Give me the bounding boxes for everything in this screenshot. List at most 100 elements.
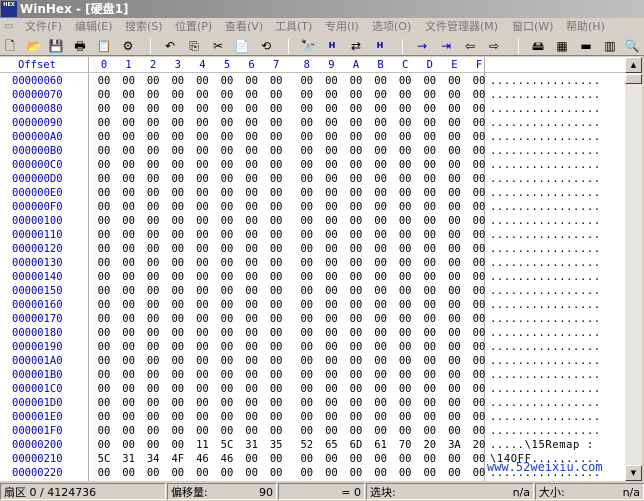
hex-byte[interactable]: 00 [395,172,415,186]
hex-byte[interactable]: 00 [242,88,262,102]
hex-byte[interactable]: 00 [444,270,464,284]
hex-byte[interactable]: 00 [168,466,188,480]
hex-byte[interactable]: 00 [395,298,415,312]
hex-byte[interactable]: 00 [217,242,237,256]
hex-byte[interactable]: 00 [119,88,139,102]
hex-byte[interactable]: 52 [297,438,317,452]
hex-byte[interactable]: 00 [94,312,114,326]
hex-byte[interactable]: 00 [143,368,163,382]
hex-byte[interactable]: 00 [420,466,440,480]
calculator-icon[interactable]: ▥ [602,38,618,54]
hex-byte[interactable]: 00 [321,312,341,326]
hex-byte[interactable]: 00 [420,298,440,312]
hex-byte[interactable]: 00 [346,326,366,340]
vertical-scrollbar[interactable]: ▲ ▼ [625,57,642,481]
hex-byte[interactable]: 00 [119,298,139,312]
hex-byte[interactable]: 00 [444,200,464,214]
ascii-text[interactable]: ................ [490,340,601,354]
hex-byte[interactable]: 00 [168,228,188,242]
hex-byte[interactable]: 00 [420,102,440,116]
hex-byte[interactable]: 00 [420,368,440,382]
hex-byte[interactable]: 00 [94,172,114,186]
hex-byte[interactable]: 00 [469,298,489,312]
hex-byte[interactable]: 00 [266,396,286,410]
hex-byte[interactable]: 00 [242,326,262,340]
hex-byte[interactable]: 00 [297,284,317,298]
hex-byte[interactable]: 00 [143,242,163,256]
hex-byte[interactable]: 00 [371,410,391,424]
hex-byte[interactable]: 00 [420,312,440,326]
hex-byte[interactable]: 00 [346,102,366,116]
hex-byte[interactable]: 00 [192,368,212,382]
hex-byte[interactable]: 00 [266,228,286,242]
hex-byte[interactable]: 00 [192,74,212,88]
ram-icon[interactable]: ▬ [578,38,594,54]
hex-byte[interactable]: 00 [395,354,415,368]
hex-byte[interactable]: 00 [168,102,188,116]
menu-item[interactable]: 工具(T) [275,18,312,36]
hex-byte[interactable]: 00 [346,340,366,354]
hex-byte[interactable]: 00 [395,284,415,298]
disk-tools-icon[interactable]: ▦ [554,38,570,54]
hex-byte[interactable]: 00 [297,172,317,186]
hex-byte[interactable]: 00 [119,354,139,368]
hex-byte[interactable]: 00 [444,410,464,424]
hex-byte[interactable]: 20 [469,438,489,452]
hex-byte[interactable]: 00 [192,298,212,312]
hex-byte[interactable]: 00 [143,186,163,200]
hex-byte[interactable]: 00 [192,158,212,172]
hex-byte[interactable]: 00 [395,270,415,284]
hex-byte[interactable]: 00 [346,270,366,284]
ascii-text[interactable]: ................ [490,88,601,102]
hex-byte[interactable]: 00 [192,466,212,480]
hex-byte[interactable]: 00 [371,424,391,438]
ascii-text[interactable]: ................ [490,424,601,438]
forward-icon[interactable]: ⇨ [486,38,502,54]
ascii-text[interactable]: ................ [490,284,601,298]
hex-byte[interactable]: 00 [420,382,440,396]
hex-byte[interactable]: 00 [297,88,317,102]
hex-byte[interactable]: 00 [297,200,317,214]
goto-offset-icon[interactable]: → [414,38,430,54]
hex-byte[interactable]: 00 [444,326,464,340]
hex-byte[interactable]: 00 [371,340,391,354]
hex-byte[interactable]: 00 [217,158,237,172]
hex-byte[interactable]: 00 [192,102,212,116]
hex-byte[interactable]: 00 [192,200,212,214]
find-text-icon[interactable]: 🔭 [300,38,316,54]
hex-byte[interactable]: 00 [321,102,341,116]
hex-byte[interactable]: 00 [469,214,489,228]
ascii-text[interactable]: ................ [490,312,601,326]
hex-byte[interactable]: 00 [469,88,489,102]
hex-byte[interactable]: 00 [420,158,440,172]
run-icon[interactable]: ⚙ [120,38,136,54]
hex-byte[interactable]: 00 [94,186,114,200]
hex-byte[interactable]: 00 [371,158,391,172]
hex-byte[interactable]: 00 [420,452,440,466]
hex-byte[interactable]: 00 [346,200,366,214]
hex-byte[interactable]: 00 [217,410,237,424]
hex-byte[interactable]: 00 [192,228,212,242]
hex-byte[interactable]: 00 [143,172,163,186]
hex-byte[interactable]: 00 [119,186,139,200]
ascii-text[interactable]: ................ [490,200,601,214]
hex-byte[interactable]: 00 [143,228,163,242]
ascii-text[interactable]: ................ [490,382,601,396]
hex-byte[interactable]: 00 [143,424,163,438]
hex-byte[interactable]: 00 [242,172,262,186]
hex-byte[interactable]: 00 [143,340,163,354]
hex-byte[interactable]: 00 [444,102,464,116]
hex-byte[interactable]: 00 [469,242,489,256]
hex-byte[interactable]: 00 [444,74,464,88]
hex-byte[interactable]: 00 [168,396,188,410]
hex-byte[interactable]: 00 [321,172,341,186]
replace-hex-icon[interactable]: H [372,38,388,54]
hex-byte[interactable]: 3A [444,438,464,452]
hex-byte[interactable]: 00 [371,466,391,480]
hex-byte[interactable]: 00 [395,340,415,354]
hex-byte[interactable]: 00 [168,298,188,312]
hex-byte[interactable]: 00 [297,186,317,200]
hex-byte[interactable]: 00 [94,284,114,298]
hex-byte[interactable]: 00 [143,312,163,326]
hex-byte[interactable]: 00 [321,242,341,256]
